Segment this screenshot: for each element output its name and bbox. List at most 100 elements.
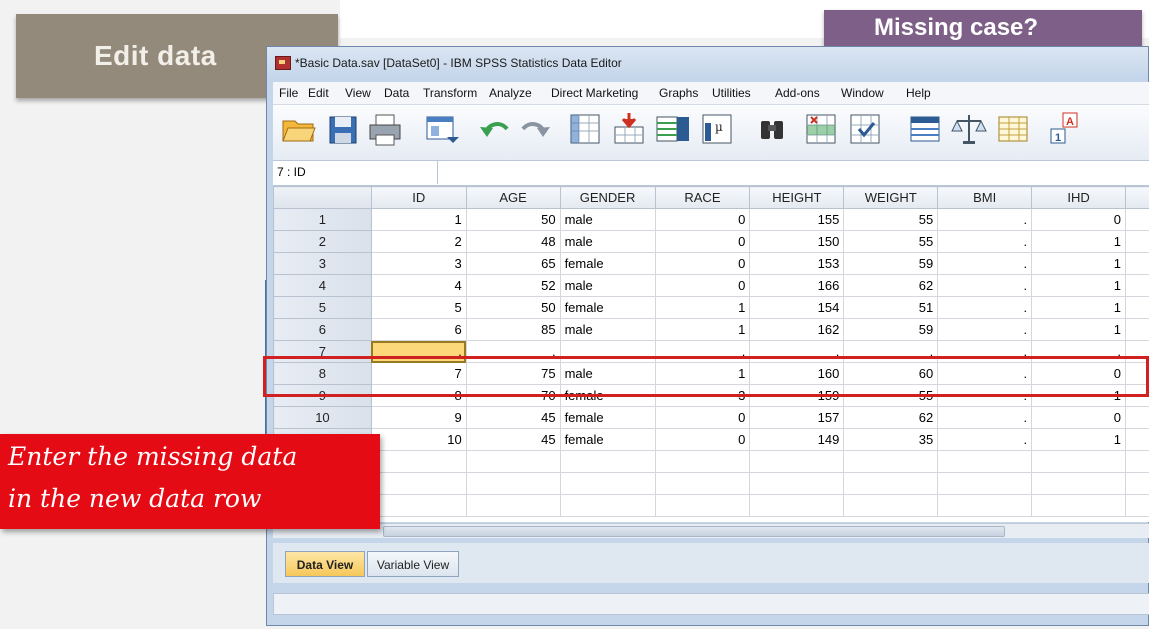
- column-header-empty[interactable]: [1124, 186, 1149, 209]
- cell-weight[interactable]: 60: [843, 362, 939, 385]
- cell-empty[interactable]: [1124, 472, 1149, 495]
- row-number[interactable]: 1: [273, 208, 372, 231]
- cell-age[interactable]: 48: [465, 230, 561, 253]
- cell-age[interactable]: 50: [465, 208, 561, 231]
- cell-weight[interactable]: 51: [843, 296, 939, 319]
- cell-age[interactable]: 45: [465, 406, 561, 429]
- dialog-recall-icon[interactable]: [421, 109, 461, 149]
- menu-analyze[interactable]: Analyze: [489, 86, 532, 100]
- goto-case-icon[interactable]: [565, 109, 605, 149]
- cell-bmi[interactable]: .: [937, 340, 1033, 363]
- cell-age[interactable]: .: [465, 340, 561, 363]
- column-header-id[interactable]: ID: [370, 186, 467, 209]
- cell-empty[interactable]: [1124, 362, 1149, 385]
- print-icon[interactable]: [365, 109, 405, 149]
- cell-empty[interactable]: [1124, 384, 1149, 407]
- cell-race[interactable]: 1: [654, 318, 751, 341]
- cell-id[interactable]: [370, 494, 467, 517]
- cell-height[interactable]: 150: [749, 230, 845, 253]
- cell-race[interactable]: [654, 450, 751, 473]
- cell-gender[interactable]: female: [559, 252, 656, 275]
- cell-height[interactable]: 149: [749, 428, 845, 451]
- spss-app-icon[interactable]: [275, 56, 291, 70]
- cell-ihd[interactable]: 1: [1031, 428, 1126, 451]
- cell-empty[interactable]: [1124, 230, 1149, 253]
- menu-help[interactable]: Help: [906, 86, 931, 100]
- weight-cases-icon[interactable]: [949, 109, 989, 149]
- menu-view[interactable]: View: [345, 86, 371, 100]
- cell-age[interactable]: [465, 494, 561, 517]
- cell-height[interactable]: 155: [749, 208, 845, 231]
- cell-height[interactable]: 153: [749, 252, 845, 275]
- cell-bmi[interactable]: .: [937, 274, 1033, 297]
- cell-weight[interactable]: .: [843, 340, 939, 363]
- descriptive-icon[interactable]: µ: [697, 109, 737, 149]
- cell-ihd[interactable]: .: [1031, 340, 1126, 363]
- scrollbar-thumb[interactable]: [383, 526, 1005, 537]
- cell-age[interactable]: [465, 450, 561, 473]
- cell-weight[interactable]: 35: [843, 428, 939, 451]
- cell-weight[interactable]: [843, 494, 939, 517]
- cell-bmi[interactable]: .: [937, 362, 1033, 385]
- cell-age[interactable]: 75: [465, 362, 561, 385]
- cell-ihd[interactable]: [1031, 494, 1126, 517]
- cell-age[interactable]: 52: [465, 274, 561, 297]
- cell-bmi[interactable]: .: [937, 406, 1033, 429]
- cell-bmi[interactable]: .: [937, 384, 1033, 407]
- cell-race[interactable]: 0: [654, 274, 751, 297]
- cell-age[interactable]: 85: [465, 318, 561, 341]
- menu-graphs[interactable]: Graphs: [659, 86, 698, 100]
- cell-ihd[interactable]: 0: [1031, 362, 1126, 385]
- menu-transform[interactable]: Transform: [423, 86, 477, 100]
- save-icon[interactable]: [323, 109, 363, 149]
- column-header-race[interactable]: RACE: [654, 186, 751, 209]
- cell-ihd[interactable]: 1: [1031, 252, 1126, 275]
- cell-weight[interactable]: [843, 472, 939, 495]
- cell-empty[interactable]: [1124, 318, 1149, 341]
- cell-height[interactable]: 157: [749, 406, 845, 429]
- cell-age[interactable]: 45: [465, 428, 561, 451]
- cell-weight[interactable]: 62: [843, 406, 939, 429]
- cell-race[interactable]: 1: [654, 362, 751, 385]
- column-header-height[interactable]: HEIGHT: [749, 186, 845, 209]
- cell-gender[interactable]: female: [559, 428, 656, 451]
- redo-icon[interactable]: [515, 109, 555, 149]
- row-number[interactable]: 9: [273, 384, 372, 407]
- cell-id[interactable]: 5: [370, 296, 467, 319]
- cell-gender[interactable]: male: [559, 318, 656, 341]
- cell-ihd[interactable]: [1031, 472, 1126, 495]
- cell-race[interactable]: [654, 472, 751, 495]
- row-number[interactable]: 3: [273, 252, 372, 275]
- cell-height[interactable]: 154: [749, 296, 845, 319]
- cell-id[interactable]: 7: [370, 362, 467, 385]
- cell-bmi[interactable]: .: [937, 318, 1033, 341]
- cell-value-editor[interactable]: [441, 163, 1149, 183]
- cell-empty[interactable]: [1124, 428, 1149, 451]
- menu-data[interactable]: Data: [384, 86, 409, 100]
- row-number[interactable]: 10: [273, 406, 372, 429]
- cell-empty[interactable]: [1124, 340, 1149, 363]
- cell-id[interactable]: 1: [370, 208, 467, 231]
- cell-height[interactable]: 166: [749, 274, 845, 297]
- cell-weight[interactable]: 59: [843, 252, 939, 275]
- cell-empty[interactable]: [1124, 252, 1149, 275]
- cell-id[interactable]: 3: [370, 252, 467, 275]
- cell-race[interactable]: 0: [654, 428, 751, 451]
- cell-bmi[interactable]: [937, 472, 1033, 495]
- cell-height[interactable]: 159: [749, 384, 845, 407]
- cell-ihd[interactable]: [1031, 450, 1126, 473]
- cell-bmi[interactable]: .: [937, 428, 1033, 451]
- cell-gender[interactable]: male: [559, 362, 656, 385]
- column-header-age[interactable]: AGE: [465, 186, 561, 209]
- find-icon[interactable]: [753, 109, 793, 149]
- cell-id[interactable]: 9: [370, 406, 467, 429]
- cell-age[interactable]: [465, 472, 561, 495]
- cell-empty[interactable]: [1124, 450, 1149, 473]
- cell-height[interactable]: .: [749, 340, 845, 363]
- row-number[interactable]: 6: [273, 318, 372, 341]
- cell-gender[interactable]: [559, 450, 656, 473]
- cell-id[interactable]: 8: [370, 384, 467, 407]
- cell-gender[interactable]: [559, 494, 656, 517]
- cell-gender[interactable]: female: [559, 384, 656, 407]
- cell-empty[interactable]: [1124, 208, 1149, 231]
